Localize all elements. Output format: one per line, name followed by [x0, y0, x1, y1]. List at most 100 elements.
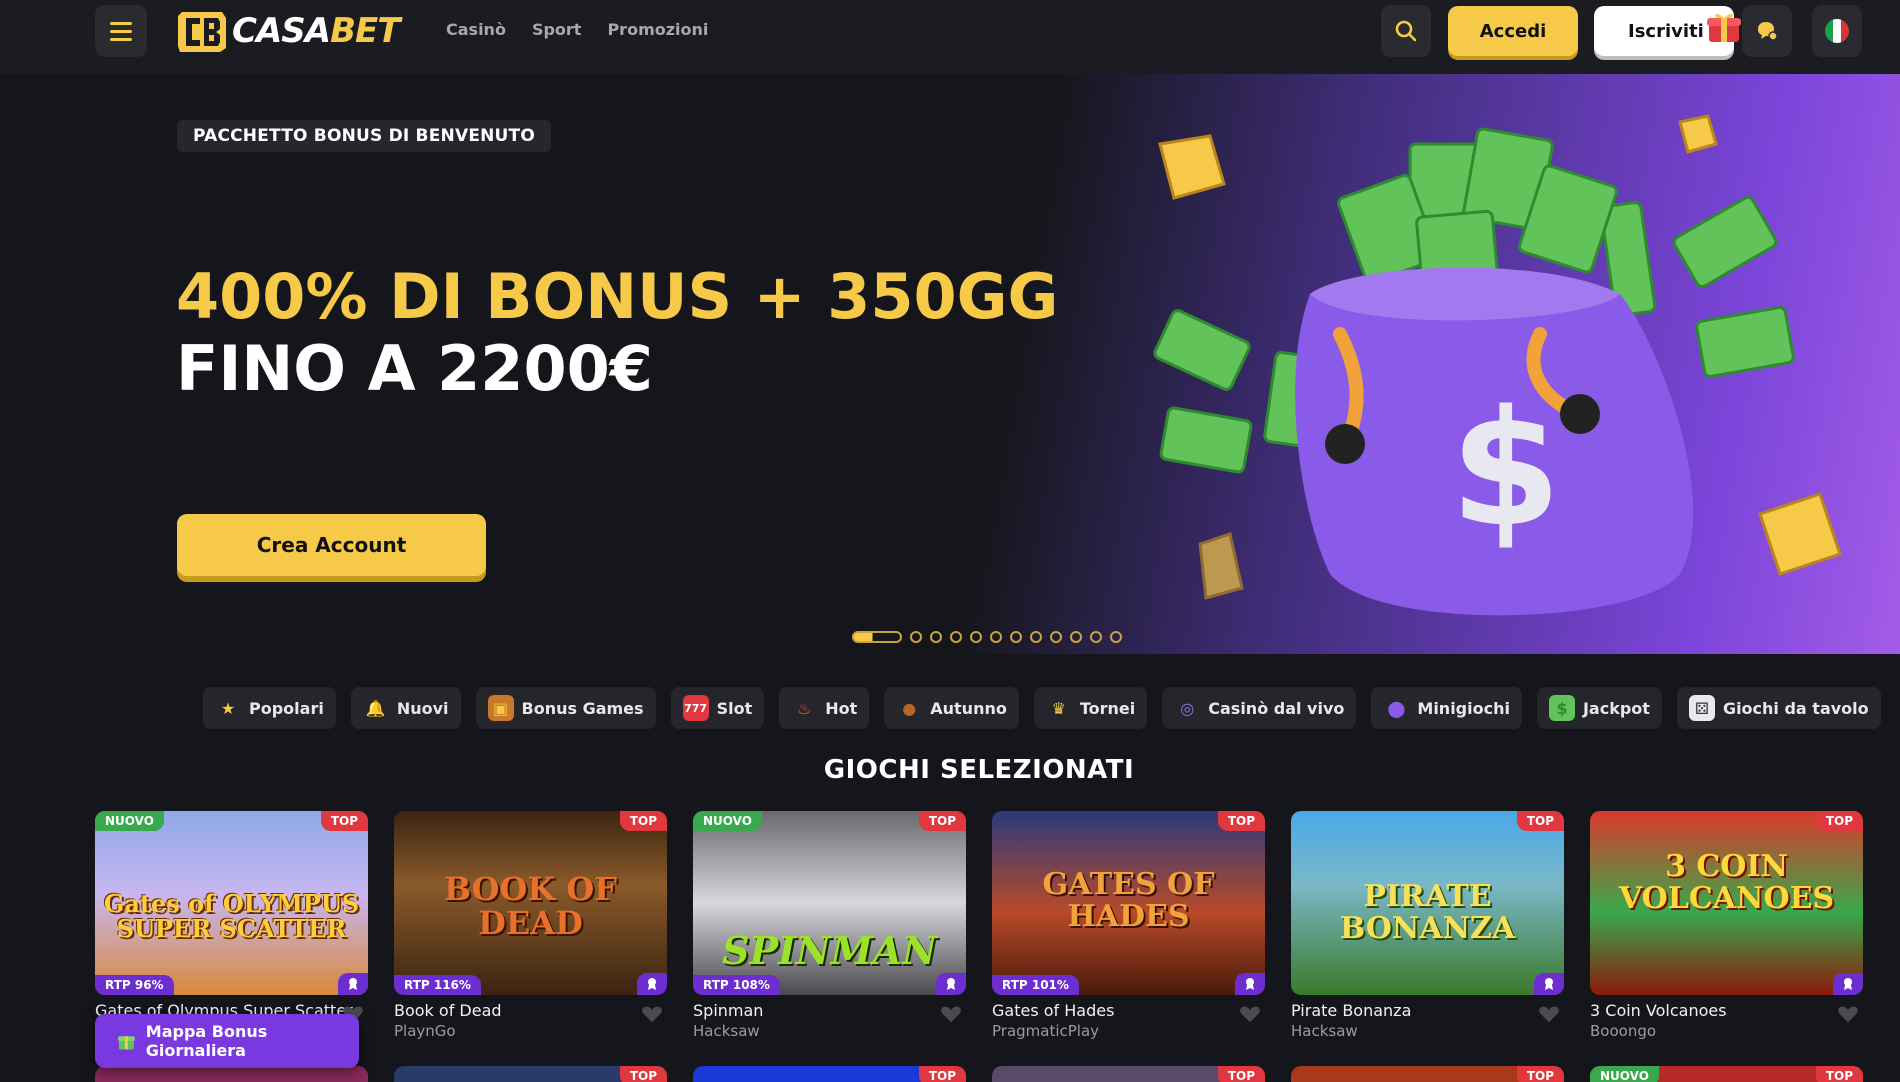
category-popolari[interactable]: ★ Popolari: [203, 687, 336, 729]
cash-icon: $: [1548, 695, 1575, 721]
top-badge: TOP: [1516, 1066, 1564, 1082]
game-thumbnail[interactable]: Gates of OLYMPUS SUPER SCATTER NUOVO TOP…: [95, 811, 368, 995]
game-thumbnail[interactable]: TOP: [992, 1066, 1265, 1082]
support-chat-button[interactable]: [1742, 5, 1792, 57]
hamburger-menu-button[interactable]: [95, 5, 147, 57]
game-thumbnail[interactable]: 3 COIN VOLCANOES TOP: [1590, 811, 1863, 995]
category-autunno[interactable]: ● Autunno: [884, 687, 1019, 729]
game-name: 3 Coin Volcanoes: [1590, 1001, 1727, 1020]
create-account-button[interactable]: Crea Account: [177, 514, 486, 576]
hero-banner: PACCHETTO BONUS DI BENVENUTO 400% DI BON…: [0, 74, 1900, 654]
category-jackpot[interactable]: $ Jackpot: [1536, 687, 1662, 729]
slider-dot[interactable]: [1070, 631, 1082, 643]
category-label: Hot: [825, 698, 858, 718]
game-thumbnail[interactable]: TOP: [394, 1066, 667, 1082]
game-thumbnail[interactable]: SPINMAN NUOVO TOP RTP 108%: [693, 811, 966, 995]
slider-dot[interactable]: [930, 631, 942, 643]
game-thumbnail[interactable]: [95, 1066, 368, 1082]
slider-dot[interactable]: [1090, 631, 1102, 643]
game-card[interactable]: SPINMAN NUOVO TOP RTP 108% Spinman Hacks…: [693, 811, 966, 1040]
favorite-heart-icon[interactable]: [641, 1003, 663, 1025]
provider-award-icon: [1833, 973, 1863, 995]
category-label: Popolari: [249, 698, 324, 718]
nav-promozioni[interactable]: Promozioni: [607, 20, 708, 39]
game-card[interactable]: PIRATE BONANZA TOP Pirate Bonanza Hacksa…: [1291, 811, 1564, 1040]
favorite-heart-icon[interactable]: [1837, 1003, 1859, 1025]
category-giochi-da-tavolo[interactable]: ⚄ Giochi da tavolo: [1676, 687, 1881, 729]
category-label: Bonus Games: [521, 698, 644, 718]
game-art-title: Gates of OLYMPUS SUPER SCATTER: [103, 889, 360, 944]
top-badge: TOP: [918, 1066, 966, 1082]
game-name: Gates of Hades: [992, 1001, 1115, 1020]
cb-logo-icon: [178, 12, 226, 52]
casabet-logo[interactable]: CASABET: [176, 8, 400, 54]
rtp-badge: RTP 108%: [693, 975, 780, 995]
new-badge: NUOVO: [693, 811, 762, 831]
nav-casino[interactable]: Casinò: [446, 20, 506, 39]
slider-dot[interactable]: [990, 631, 1002, 643]
search-button[interactable]: [1381, 5, 1431, 57]
favorite-heart-icon[interactable]: [1538, 1003, 1560, 1025]
money-bag-illustration: $: [1153, 114, 1842, 616]
game-card[interactable]: 3 COIN VOLCANOES TOP 3 Coin Volcanoes Bo…: [1590, 811, 1863, 1040]
logo-wordmark: CASABET: [232, 11, 400, 51]
favorite-heart-icon[interactable]: [1239, 1003, 1261, 1025]
provider-award-icon: [637, 973, 667, 995]
game-card[interactable]: GATES OF HADES TOP RTP 101% Gates of Had…: [992, 811, 1265, 1040]
category-bar: ★ Popolari 🔔 Nuovi ▣ Bonus Games 777 Slot ♨ H…: [203, 687, 1881, 729]
slider-dot[interactable]: [1050, 631, 1062, 643]
slider-dot[interactable]: [970, 631, 982, 643]
top-header: CASABET Casinò Sport Promozioni Accedi I…: [0, 0, 1900, 74]
provider-award-icon: [338, 973, 368, 995]
hero-badge: PACCHETTO BONUS DI BENVENUTO: [177, 120, 552, 152]
logo-text-bet: BET: [330, 11, 400, 51]
slider-dot[interactable]: [1110, 631, 1122, 643]
login-button[interactable]: Accedi: [1448, 6, 1578, 56]
slider-dot[interactable]: [910, 631, 922, 643]
bonus-map-label: Mappa Bonus Giornaliera: [145, 1022, 268, 1060]
category-minigiochi[interactable]: ⬤ Minigiochi: [1371, 687, 1522, 729]
game-name: Pirate Bonanza: [1291, 1001, 1412, 1020]
game-art-title: GATES OF HADES: [1042, 867, 1215, 934]
category-label: Autunno: [930, 698, 1007, 718]
slider-dot-active[interactable]: [852, 631, 902, 643]
potion-icon: ⬤: [1387, 698, 1406, 718]
category-tornei[interactable]: ♛ Tornei: [1033, 687, 1148, 729]
category-bonus-games[interactable]: ▣ Bonus Games: [475, 687, 656, 729]
category-nuovi[interactable]: 🔔 Nuovi: [350, 687, 461, 729]
slider-dot[interactable]: [1030, 631, 1042, 643]
hero-slider-pagination: [852, 631, 1122, 643]
game-thumbnail[interactable]: NUOVO TOP: [1590, 1066, 1863, 1082]
provider-award-icon: [1534, 973, 1564, 995]
top-badge: TOP: [918, 811, 966, 831]
category-casino-dal-vivo[interactable]: ◎ Casinò dal vivo: [1162, 687, 1357, 729]
category-label: Giochi da tavolo: [1722, 698, 1869, 718]
category-slot[interactable]: 777 Slot: [670, 687, 765, 729]
favorite-heart-icon[interactable]: [940, 1003, 962, 1025]
trophy-icon: ♛: [1051, 698, 1067, 718]
provider-award-icon: [1235, 973, 1265, 995]
game-thumbnail[interactable]: GATES OF HADES TOP RTP 101%: [992, 811, 1265, 995]
chat-bubble-icon: [1758, 22, 1778, 41]
top-badge: TOP: [1217, 1066, 1265, 1082]
top-badge: TOP: [320, 811, 368, 831]
game-thumbnail[interactable]: TOP: [1291, 1066, 1564, 1082]
game-name: Book of Dead: [394, 1001, 502, 1020]
category-label: Nuovi: [396, 698, 449, 718]
game-card[interactable]: Gates of OLYMPUS SUPER SCATTER NUOVO TOP…: [95, 811, 368, 1040]
game-thumbnail[interactable]: TOP: [693, 1066, 966, 1082]
game-card[interactable]: BOOK OF DEAD TOP RTP 116% Book of Dead P…: [394, 811, 667, 1040]
nav-sport[interactable]: Sport: [532, 20, 582, 39]
game-grid-row-2: TOP TOP TOP TOP NUOVO TOP: [95, 1066, 1863, 1082]
game-thumbnail[interactable]: PIRATE BONANZA TOP: [1291, 811, 1564, 995]
star-icon: ★: [220, 698, 236, 718]
game-thumbnail[interactable]: BOOK OF DEAD TOP RTP 116%: [394, 811, 667, 995]
slider-dot[interactable]: [1010, 631, 1022, 643]
language-selector[interactable]: [1812, 5, 1862, 57]
category-hot[interactable]: ♨ Hot: [779, 687, 870, 729]
daily-bonus-map-button[interactable]: Mappa Bonus Giornaliera: [95, 1014, 359, 1068]
top-badge: TOP: [1815, 811, 1863, 831]
game-provider: Hacksaw: [1291, 1022, 1358, 1040]
game-provider: Hacksaw: [693, 1022, 760, 1040]
slider-dot[interactable]: [950, 631, 962, 643]
